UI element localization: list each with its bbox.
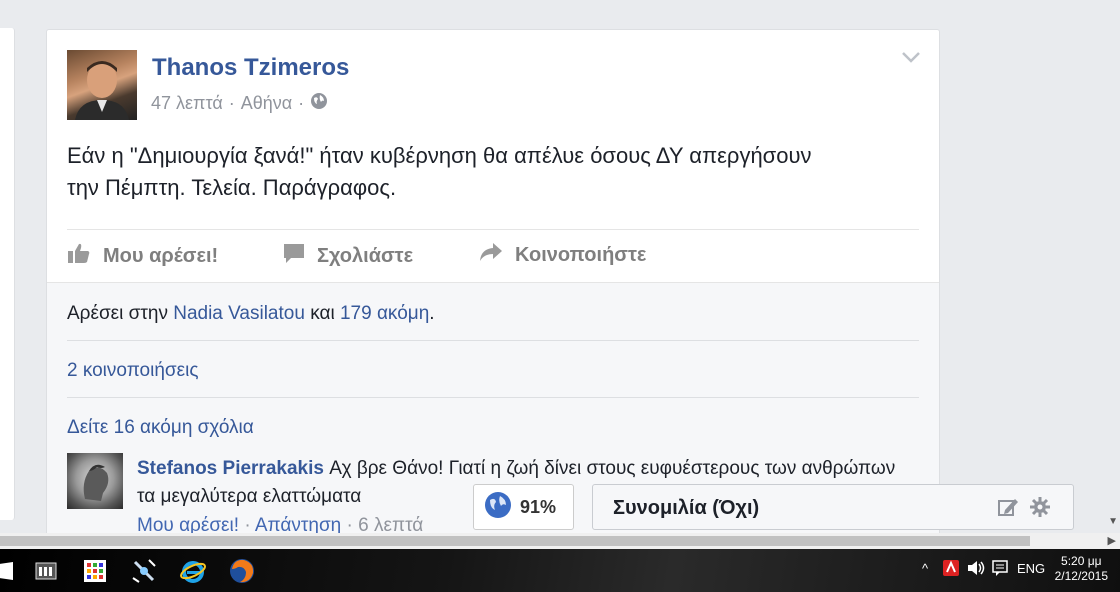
comment-button[interactable]: Σχολιάστε xyxy=(283,242,413,270)
presence-indicator[interactable]: 91% xyxy=(473,484,574,530)
like-label: Μου αρέσει! xyxy=(103,244,219,267)
show-hidden-icons-icon[interactable]: ^ xyxy=(922,561,928,576)
internet-explorer-icon[interactable] xyxy=(178,556,208,586)
view-more-comments-link[interactable]: Δείτε 16 ακόμη σχόλια xyxy=(67,417,919,439)
comment-author-name[interactable]: Stefanos Pierrakakis xyxy=(137,458,324,479)
globe-icon[interactable] xyxy=(310,92,328,115)
post-action-bar: Μου αρέσει! Σχολιάστε Κοινοποιήστε xyxy=(67,229,919,282)
notifications-icon[interactable] xyxy=(991,559,1009,580)
globe-icon xyxy=(484,491,512,524)
post-card: Thanos Tzimeros 47 λεπτά · Αθήνα · Εάν η… xyxy=(46,29,940,541)
divider xyxy=(67,397,919,398)
more-likes-link[interactable]: 179 ακόμη xyxy=(340,303,429,324)
liker-name-link[interactable]: Nadia Vasilatou xyxy=(173,303,305,324)
likes-summary: Αρέσει στην Nadia Vasilatou και 179 ακόμ… xyxy=(67,303,919,325)
presence-value: 91% xyxy=(520,496,557,517)
post-author-name[interactable]: Thanos Tzimeros xyxy=(152,54,349,82)
post-meta: 47 λεπτά · Αθήνα · xyxy=(151,92,328,115)
likes-and: και xyxy=(310,303,335,324)
scroll-down-arrow-icon[interactable]: ▼ xyxy=(1108,516,1118,527)
thumbs-up-icon xyxy=(67,242,91,270)
start-button-icon[interactable] xyxy=(0,556,24,586)
like-button[interactable]: Μου αρέσει! xyxy=(67,242,218,270)
task-view-icon[interactable] xyxy=(31,556,61,586)
share-label: Κοινοποιήστε xyxy=(515,243,647,266)
shares-link[interactable]: 2 κοινοποιήσεις xyxy=(67,360,919,382)
meta-separator: · xyxy=(228,93,235,113)
scroll-right-arrow-icon[interactable]: ▶ xyxy=(1108,534,1116,547)
volume-icon[interactable] xyxy=(966,559,986,580)
antivirus-icon[interactable] xyxy=(942,559,960,580)
language-indicator[interactable]: ENG xyxy=(1017,561,1045,576)
firefox-icon[interactable] xyxy=(227,556,257,586)
share-arrow-icon xyxy=(479,242,503,268)
share-button[interactable]: Κοινοποιήστε xyxy=(479,242,646,268)
horizontal-scrollbar[interactable]: ▶ xyxy=(0,533,1120,549)
meta-separator: · xyxy=(298,93,305,113)
likes-end: . xyxy=(429,303,435,324)
gear-icon[interactable] xyxy=(1029,496,1051,523)
post-text-line: Εάν η "Δημιουργία ξανά!" ήταν κυβέρνηση … xyxy=(67,143,812,168)
clock-date: 2/12/2015 xyxy=(1054,569,1108,583)
app-grid-icon[interactable] xyxy=(80,556,110,586)
post-text-line: την Πέμπτη. Τελεία. Παράγραφος. xyxy=(67,175,397,200)
divider xyxy=(67,340,919,341)
compose-icon[interactable] xyxy=(997,496,1019,523)
chevron-down-icon[interactable] xyxy=(901,50,921,68)
previous-card-edge xyxy=(0,28,15,520)
chat-tab-icons xyxy=(997,496,1051,523)
post-text: Εάν η "Δημιουργία ξανά!" ήταν κυβέρνηση … xyxy=(67,140,927,204)
satellite-app-icon[interactable] xyxy=(129,556,159,586)
post-time[interactable]: 47 λεπτά xyxy=(151,93,223,114)
chat-label: Συνομιλία (Όχι) xyxy=(613,497,760,519)
system-clock[interactable]: 5:20 μμ 2/12/2015 xyxy=(1055,554,1108,584)
clock-time: 5:20 μμ xyxy=(1061,554,1102,568)
scrollbar-thumb[interactable] xyxy=(0,536,1030,546)
comment-icon xyxy=(283,242,305,270)
windows-taskbar: ^ ENG 5:20 μμ 2/12/2015 xyxy=(0,549,1120,592)
comment-label: Σχολιάστε xyxy=(317,244,414,267)
author-avatar[interactable] xyxy=(67,50,137,120)
likes-prefix: Αρέσει στην xyxy=(67,303,168,324)
chat-tab[interactable]: Συνομιλία (Όχι) xyxy=(592,484,1074,530)
post-location[interactable]: Αθήνα xyxy=(241,93,292,114)
commenter-avatar[interactable] xyxy=(67,453,123,509)
